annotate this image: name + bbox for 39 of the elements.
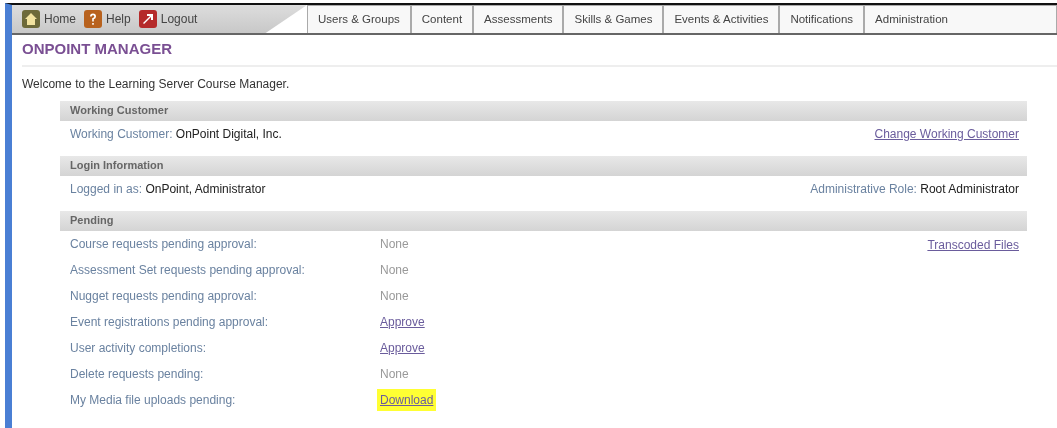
text-link[interactable]: Change Working Customer bbox=[874, 127, 1019, 141]
nav-tab[interactable]: Administration bbox=[864, 5, 1057, 33]
section-header: Working Customer bbox=[60, 100, 1027, 121]
text-link[interactable]: Approve bbox=[380, 338, 425, 357]
nav-tab[interactable]: Assessments bbox=[473, 5, 564, 33]
field-value: OnPoint Digital, Inc. bbox=[175, 127, 282, 141]
field-label: Working Customer: bbox=[70, 127, 173, 141]
field-label: My Media file uploads pending: bbox=[70, 391, 237, 409]
welcome-text: Welcome to the Learning Server Course Manager. bbox=[22, 75, 291, 93]
field-value: OnPoint, Administrator bbox=[145, 182, 266, 196]
nav-tab[interactable]: Users & Groups bbox=[307, 5, 411, 33]
field-label: Nugget requests pending approval: bbox=[70, 287, 258, 305]
nav-tab[interactable]: Content bbox=[410, 5, 474, 33]
field-label: Assessment Set requests pending approval: bbox=[70, 261, 306, 279]
section-header: Login Information bbox=[60, 155, 1027, 176]
nav-tab[interactable]: Events & Activities bbox=[663, 5, 780, 33]
help-icon bbox=[84, 10, 102, 28]
field-value: None bbox=[380, 261, 409, 279]
text-link[interactable]: Transcoded Files bbox=[927, 237, 1019, 252]
field-label: Administrative Role: bbox=[810, 182, 917, 196]
field-value: Root Administrator bbox=[920, 182, 1019, 196]
field-label: Delete requests pending: bbox=[70, 365, 205, 383]
home-icon bbox=[22, 10, 40, 28]
nav-tab[interactable]: Notifications bbox=[779, 5, 865, 33]
field-label: Logged in as: bbox=[70, 182, 143, 196]
field-value: None bbox=[380, 287, 409, 305]
nav-tab[interactable]: Skills & Games bbox=[563, 5, 664, 33]
text-link[interactable]: Download bbox=[377, 388, 437, 411]
page-title: ONPOINT MANAGER bbox=[22, 38, 1057, 67]
field-value: None bbox=[380, 365, 409, 383]
home-link[interactable]: Home bbox=[22, 10, 76, 28]
field-label: Event registrations pending approval: bbox=[70, 313, 270, 331]
field-value: None bbox=[380, 235, 409, 253]
help-link[interactable]: Help bbox=[84, 10, 131, 28]
field-label: Course requests pending approval: bbox=[70, 235, 258, 253]
field-label: User activity completions: bbox=[70, 339, 208, 357]
section-header: Pending bbox=[60, 210, 1027, 231]
logout-link[interactable]: Logout bbox=[138, 10, 198, 28]
text-link[interactable]: Approve bbox=[380, 312, 425, 331]
